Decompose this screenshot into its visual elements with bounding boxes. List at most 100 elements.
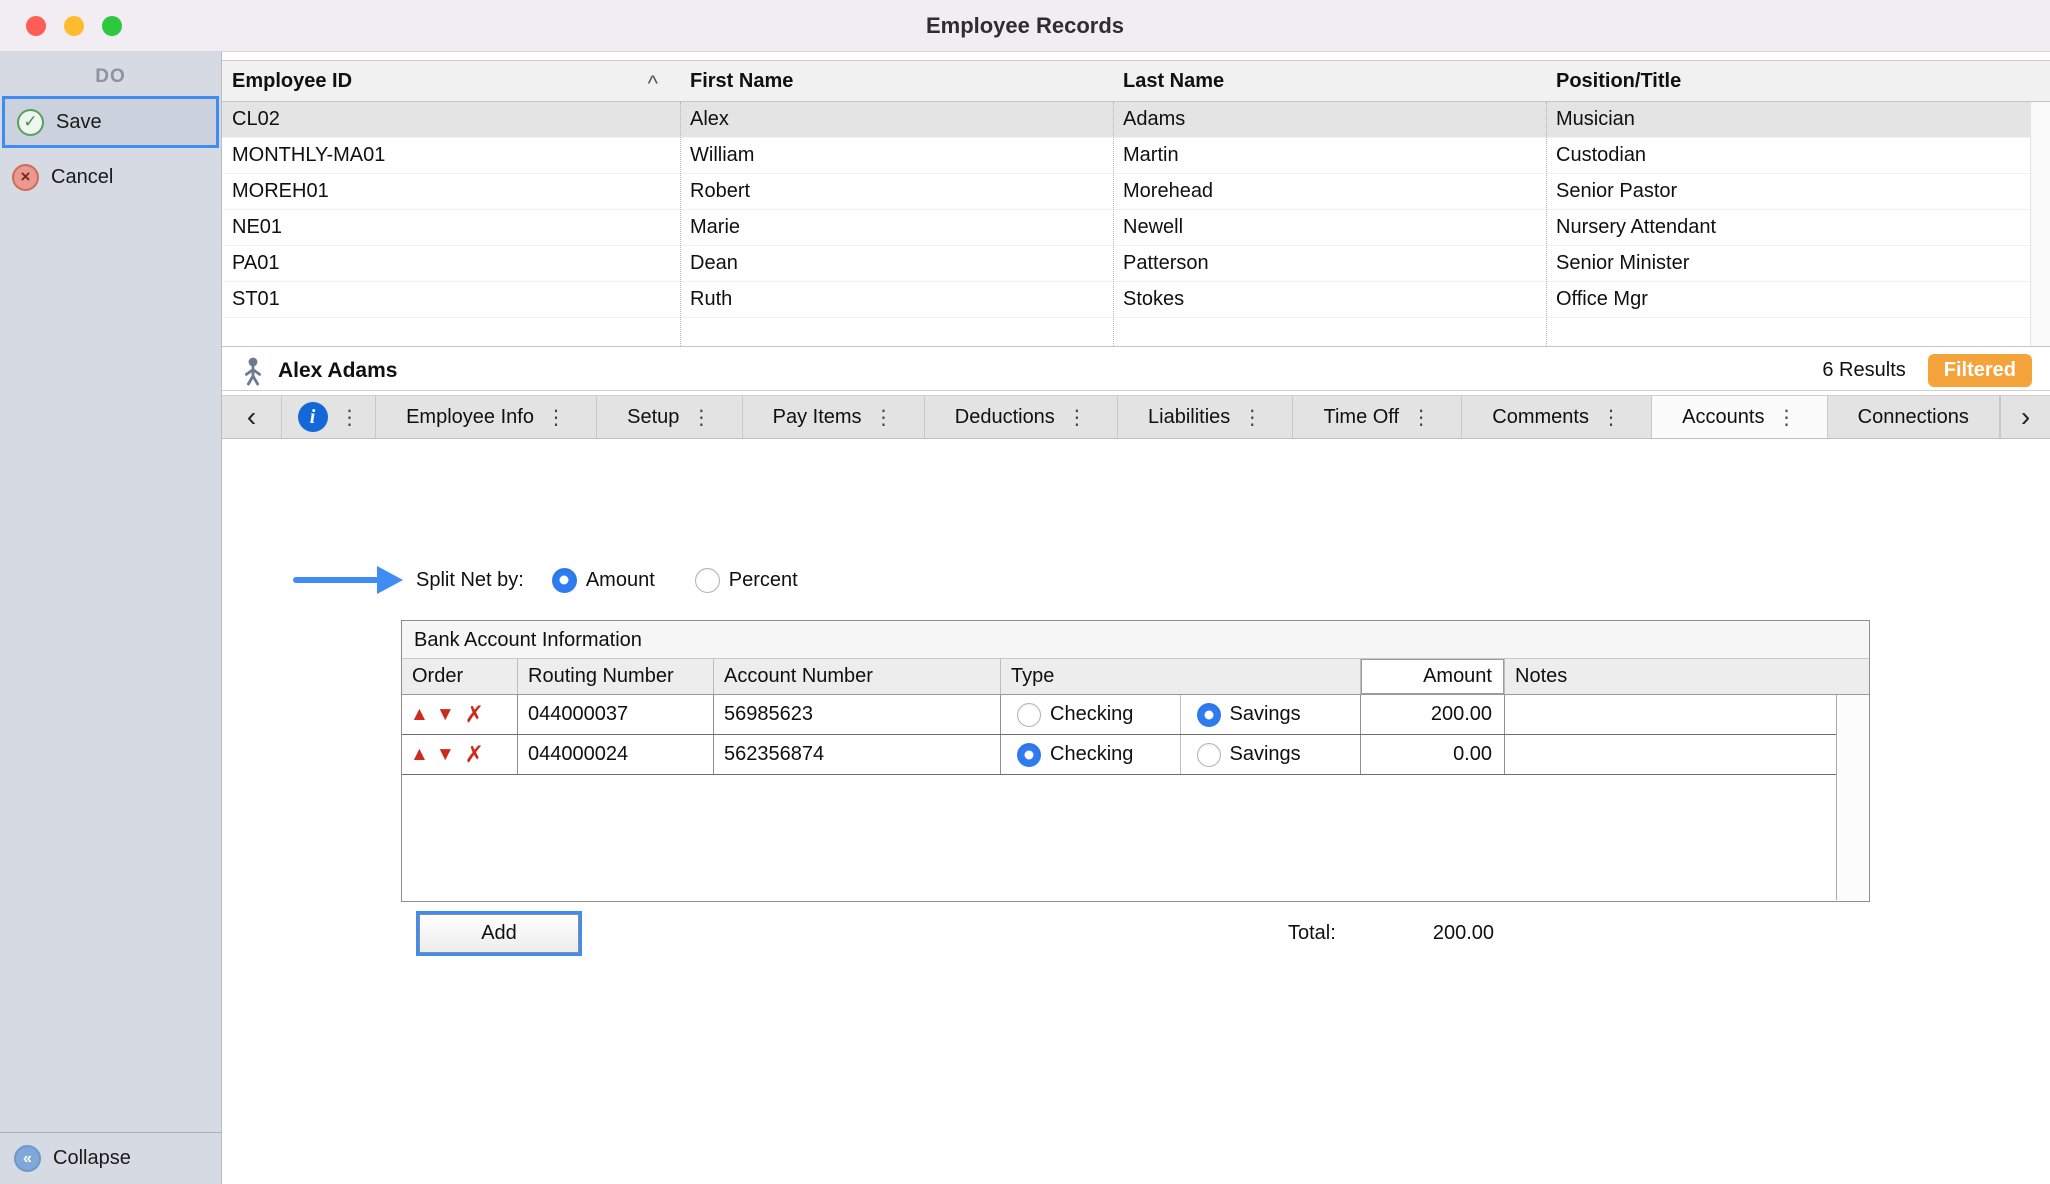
tab-employee-info[interactable]: Employee Info⋮ [376,396,597,438]
type-cell: Checking Savings [1001,695,1361,734]
tab-label: Liabilities [1148,406,1230,429]
split-option-percent[interactable]: Percent [695,568,798,593]
employee-row[interactable]: NE01MarieNewellNursery Attendant [222,210,2050,246]
savings-radio[interactable] [1197,743,1221,767]
column-label: Order [412,665,463,688]
cancel-button[interactable]: × Cancel [0,154,221,200]
employee-row[interactable]: PA01DeanPattersonSenior Minister [222,246,2050,282]
save-check-icon: ✓ [17,109,44,136]
move-down-icon[interactable]: ▼ [436,705,455,724]
cancel-x-icon: × [12,164,39,191]
column-label: Last Name [1123,70,1224,93]
kebab-icon[interactable]: ⋮ [340,405,360,430]
add-account-button[interactable]: Add [419,914,579,953]
amount-cell[interactable]: 200.00 [1361,695,1505,734]
checking-radio[interactable] [1017,743,1041,767]
type-option-checking[interactable]: Checking [1001,735,1181,774]
tab-setup[interactable]: Setup⋮ [597,396,742,438]
sort-asc-icon[interactable]: ^ [648,71,658,97]
tab-scroll-right-button[interactable]: › [2000,396,2050,438]
kebab-icon[interactable]: ⋮ [546,405,566,430]
column-label: Employee ID [232,70,352,93]
employee-table-body: CL02AlexAdamsMusicianMONTHLY-MA01William… [222,102,2050,318]
filtered-badge[interactable]: Filtered [1928,354,2032,387]
window-title: Employee Records [0,0,2050,52]
employee-id-cell: MONTHLY-MA01 [222,144,680,167]
kebab-icon[interactable]: ⋮ [1411,405,1431,430]
record-name: Alex Adams [278,359,397,383]
column-header-last-name[interactable]: Last Name [1113,61,1546,101]
employee-row[interactable]: CL02AlexAdamsMusician [222,102,2050,138]
arrow-head [377,566,403,594]
tab-accounts[interactable]: Accounts⋮ [1652,396,1827,438]
column-header-first-name[interactable]: First Name [680,61,1113,101]
bank-account-group: Bank Account Information Order Routing N… [401,620,1870,902]
employee-row[interactable]: ST01RuthStokesOffice Mgr [222,282,2050,318]
tab-label: Connections [1858,406,1969,429]
column-header-type[interactable]: Type [1001,659,1361,694]
notes-cell[interactable] [1505,695,1836,734]
type-option-checking[interactable]: Checking [1001,695,1181,734]
routing-number-cell[interactable]: 044000037 [518,695,714,734]
position-title-cell: Nursery Attendant [1546,216,2030,239]
delete-row-icon[interactable]: ✗ [465,703,484,726]
move-down-icon[interactable]: ▼ [436,745,455,764]
kebab-icon[interactable]: ⋮ [1242,405,1262,430]
first-name-cell: Alex [680,108,1113,131]
column-label: First Name [690,70,793,93]
percent-radio[interactable] [695,568,720,593]
employee-id-cell: ST01 [222,288,680,311]
tab-liabilities[interactable]: Liabilities ⋮ [1118,396,1293,438]
move-up-icon[interactable]: ▲ [410,705,429,724]
delete-row-icon[interactable]: ✗ [465,743,484,766]
column-header-order[interactable]: Order [402,659,518,694]
kebab-icon[interactable]: ⋮ [874,405,894,430]
tab-pay-items[interactable]: Pay Items⋮ [743,396,925,438]
column-header-routing-number[interactable]: Routing Number [518,659,714,694]
kebab-icon[interactable]: ⋮ [691,405,711,430]
sidebar-header: DO [0,66,221,88]
kebab-icon[interactable]: ⋮ [1776,405,1796,430]
column-header-amount[interactable]: Amount [1361,659,1505,694]
kebab-icon[interactable]: ⋮ [1601,405,1621,430]
tab-time-off[interactable]: Time Off⋮ [1293,396,1462,438]
move-up-icon[interactable]: ▲ [410,745,429,764]
first-name-cell: Marie [680,216,1113,239]
employee-table-scrollbar[interactable] [2030,102,2050,346]
employee-id-cell: PA01 [222,252,680,275]
employee-row[interactable]: MOREH01RobertMoreheadSenior Pastor [222,174,2050,210]
tab-info[interactable]: i ⋮ [282,396,376,438]
savings-radio-label: Savings [1230,743,1301,766]
savings-radio[interactable] [1197,703,1221,727]
tab-connections[interactable]: Connections [1828,396,2000,438]
type-option-savings[interactable]: Savings [1181,695,1361,734]
account-number-cell[interactable]: 562356874 [714,735,1001,774]
savings-radio-label: Savings [1230,703,1301,726]
collapse-button[interactable]: « Collapse [0,1132,221,1184]
column-header-account-number[interactable]: Account Number [714,659,1001,694]
save-button[interactable]: ✓ Save [2,96,219,148]
tab-scroll-left-button[interactable]: ‹ [222,396,282,438]
account-number-cell[interactable]: 56985623 [714,695,1001,734]
tab-comments[interactable]: Comments⋮ [1462,396,1652,438]
employee-id-cell: CL02 [222,108,680,131]
amount-cell[interactable]: 0.00 [1361,735,1505,774]
employee-records-window: Employee Records DO ✓ Save × Cancel « Co… [0,0,2050,1184]
split-options: Amount Percent [552,568,798,593]
routing-number-cell[interactable]: 044000024 [518,735,714,774]
amount-radio[interactable] [552,568,577,593]
total-label: Total: [1288,922,1336,945]
column-header-employee-id[interactable]: Employee ID ^ [222,61,680,101]
tab-deductions[interactable]: Deductions ⋮ [925,396,1118,438]
first-name-cell: Dean [680,252,1113,275]
notes-cell[interactable] [1505,735,1836,774]
bank-table-scrollbar[interactable] [1836,695,1869,900]
kebab-icon[interactable]: ⋮ [1067,405,1087,430]
column-header-notes[interactable]: Notes [1505,659,1869,694]
tab-label: Deductions [955,406,1055,429]
column-header-position-title[interactable]: Position/Title [1546,61,2030,101]
split-option-amount[interactable]: Amount [552,568,655,593]
type-option-savings[interactable]: Savings [1181,735,1361,774]
employee-row[interactable]: MONTHLY-MA01WilliamMartinCustodian [222,138,2050,174]
checking-radio[interactable] [1017,703,1041,727]
